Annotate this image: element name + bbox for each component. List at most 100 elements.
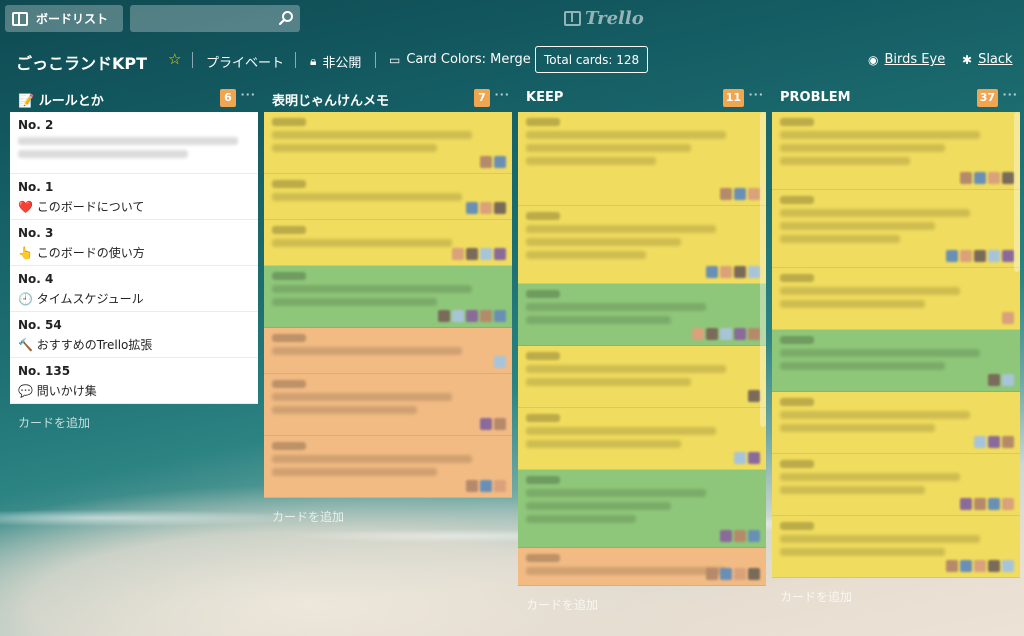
avatar — [452, 248, 464, 260]
avatar — [494, 202, 506, 214]
blurred-text — [272, 455, 472, 463]
card-list — [772, 112, 1020, 578]
card[interactable]: No. 135 💬 問いかけ集 — [10, 358, 258, 404]
card-colors-button[interactable]: ▭ Card Colors: Merge — [389, 52, 531, 67]
list-scrollbar[interactable] — [760, 112, 766, 427]
add-card-button[interactable]: カードを追加 — [772, 578, 1020, 615]
card[interactable]: No. 2 — [10, 112, 258, 174]
more-icon[interactable]: ··· — [748, 88, 764, 101]
card[interactable] — [264, 112, 512, 174]
avatar — [452, 310, 464, 322]
card[interactable] — [264, 328, 512, 374]
avatar — [720, 188, 732, 200]
card[interactable] — [772, 454, 1020, 516]
blurred-text — [780, 535, 980, 543]
top-bar: ボードリスト Trello — [0, 0, 1024, 36]
card[interactable] — [772, 392, 1020, 454]
trello-logo[interactable]: Trello — [564, 8, 644, 29]
card[interactable] — [772, 190, 1020, 268]
avatar — [494, 356, 506, 368]
card[interactable] — [772, 112, 1020, 190]
more-icon[interactable]: ··· — [1002, 88, 1018, 101]
blurred-text — [780, 424, 935, 432]
list-header[interactable]: 表明じゃんけんメモ 7 ··· — [264, 84, 512, 112]
more-icon[interactable]: ··· — [240, 88, 256, 101]
card[interactable]: No. 1 ❤️ このボードについて — [10, 174, 258, 220]
card[interactable]: No. 54 🔨 おすすめのTrello拡張 — [10, 312, 258, 358]
blurred-text — [18, 150, 188, 158]
total-cards-badge: Total cards: 128 — [535, 46, 649, 73]
board-title[interactable]: ごっこランドKPT — [16, 50, 147, 74]
card[interactable] — [264, 220, 512, 266]
card[interactable]: No. 3 👆 このボードの使い方 — [10, 220, 258, 266]
blurred-text — [272, 468, 437, 476]
card[interactable] — [518, 112, 766, 206]
member-avatars — [974, 436, 1014, 448]
star-icon[interactable]: ☆ — [168, 50, 181, 68]
search-input[interactable] — [130, 5, 300, 32]
list-header[interactable]: KEEP 11 ··· — [518, 84, 766, 112]
blurred-text — [526, 144, 691, 152]
list-header[interactable]: PROBLEM 37 ··· — [772, 84, 1020, 112]
slack-label: Slack — [978, 52, 1013, 67]
avatar — [706, 568, 718, 580]
blurred-card-number — [526, 554, 560, 562]
birds-eye-label: Birds Eye — [884, 52, 946, 67]
avatar — [438, 310, 450, 322]
card[interactable] — [264, 174, 512, 220]
list-janken-memo: 表明じゃんけんメモ 7 ··· カードを追加 — [264, 84, 512, 535]
card-title: ❤️ このボードについて — [18, 200, 145, 214]
avatar — [1002, 436, 1014, 448]
member-avatars — [720, 530, 760, 542]
avatar — [748, 390, 760, 402]
blurred-card-number — [780, 522, 814, 530]
member-avatars — [494, 356, 506, 368]
slack-button[interactable]: ✱ Slack — [962, 52, 1013, 67]
visibility-button[interactable]: プライベート — [206, 52, 284, 71]
list-header[interactable]: 📝 ルールとか 6 ··· — [10, 84, 258, 112]
add-card-button[interactable]: カードを追加 — [10, 404, 258, 441]
card[interactable] — [772, 516, 1020, 578]
blurred-card-number — [526, 476, 560, 484]
card-number: No. 4 — [18, 272, 54, 286]
blurred-text — [780, 209, 970, 217]
lock-icon: 🔒︎ — [310, 54, 317, 68]
list-rules: 📝 ルールとか 6 ··· No. 2 No. 1 ❤️ このボードについて No. … — [10, 84, 258, 441]
card[interactable] — [264, 266, 512, 328]
card[interactable] — [518, 346, 766, 408]
card[interactable] — [518, 206, 766, 284]
list-title: KEEP — [526, 90, 564, 105]
card-list: No. 2 No. 1 ❤️ このボードについて No. 3 👆 このボードの使い方 No… — [10, 112, 258, 404]
add-card-button[interactable]: カードを追加 — [264, 498, 512, 535]
member-avatars — [1002, 312, 1014, 324]
card[interactable] — [264, 374, 512, 436]
avatar — [692, 328, 704, 340]
card[interactable] — [772, 330, 1020, 392]
birds-eye-button[interactable]: ◉ Birds Eye — [868, 52, 945, 67]
privacy-button[interactable]: 🔒︎ 非公開 — [310, 52, 361, 71]
card[interactable] — [518, 548, 766, 586]
card[interactable] — [264, 436, 512, 498]
card-number: No. 135 — [18, 364, 71, 378]
add-card-button[interactable]: カードを追加 — [518, 586, 766, 623]
divider — [375, 52, 376, 68]
card[interactable] — [772, 268, 1020, 330]
card[interactable] — [518, 284, 766, 346]
boards-button[interactable]: ボードリスト — [5, 5, 123, 32]
blurred-text — [526, 489, 706, 497]
blurred-text — [526, 378, 691, 386]
card[interactable]: No. 4 🕘 タイムスケジュール — [10, 266, 258, 312]
blurred-card-number — [272, 272, 306, 280]
member-avatars — [438, 310, 506, 322]
search-icon[interactable] — [278, 10, 294, 26]
member-avatars — [706, 568, 760, 580]
card-title: 👆 このボードの使い方 — [18, 246, 145, 260]
avatar — [734, 568, 746, 580]
more-icon[interactable]: ··· — [494, 88, 510, 101]
list-count-badge: 11 — [722, 89, 744, 107]
avatar — [734, 530, 746, 542]
list-scrollbar[interactable] — [1014, 112, 1020, 272]
card[interactable] — [518, 470, 766, 548]
card[interactable] — [518, 408, 766, 470]
blurred-text — [780, 473, 960, 481]
